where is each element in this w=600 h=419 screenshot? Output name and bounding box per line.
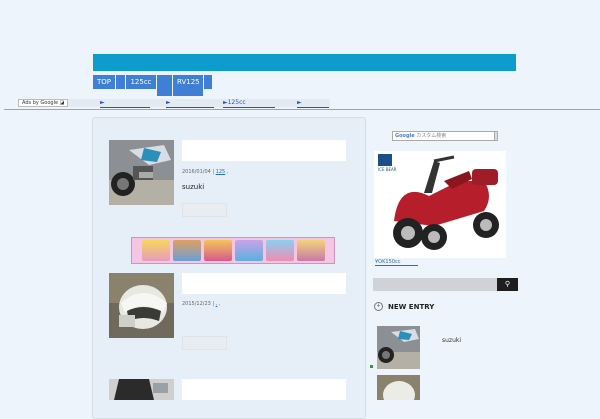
- post-meta: 2016/01/04 | 125 ,: [182, 169, 228, 175]
- post-title-box[interactable]: [182, 273, 346, 294]
- scooter-ad-image[interactable]: ICE BEAR: [374, 151, 506, 258]
- ad-link-3[interactable]: ►125cc: [223, 99, 275, 108]
- brand-logo-icon: [378, 154, 392, 166]
- post-thumbnail[interactable]: [109, 140, 174, 205]
- new-entry-title: NEW ENTRY: [388, 302, 435, 311]
- search-icon[interactable]: ⚲: [497, 278, 518, 291]
- ad-link-row: Ads by Google ◪ ► ► ►125cc ►: [18, 99, 330, 108]
- ad-link-2[interactable]: ►: [166, 99, 214, 108]
- post-date: 2016/01/04 |: [182, 169, 215, 175]
- post-category-suffix: ,: [218, 301, 221, 307]
- ad-thumb-icon: [265, 240, 294, 261]
- ad-link-1[interactable]: ►: [100, 99, 150, 108]
- post-thumbnail[interactable]: [109, 379, 174, 400]
- ads-badge-label: Ads by Google: [22, 100, 59, 106]
- google-search-button[interactable]: [494, 131, 498, 141]
- ad-thumb-icon: [141, 240, 170, 261]
- new-entry-title-link[interactable]: suzuki: [442, 337, 461, 344]
- ad-thumb-icon: [234, 240, 263, 261]
- ad-thumb-icon: [203, 240, 232, 261]
- nav-item-4[interactable]: [157, 75, 172, 96]
- ad-choices-icon: ◪: [59, 100, 65, 106]
- post-category-link[interactable]: ,: [216, 301, 218, 307]
- site-search-input[interactable]: [373, 278, 497, 291]
- ads-by-google-badge[interactable]: Ads by Google ◪: [18, 99, 69, 107]
- header-divider: [4, 109, 600, 110]
- nav-item-6[interactable]: [204, 75, 212, 89]
- bullet-dot: [370, 365, 373, 368]
- post-title-box[interactable]: [182, 379, 346, 400]
- nav-item-2[interactable]: [116, 75, 125, 89]
- svg-text:ICE BEAR: ICE BEAR: [378, 167, 397, 172]
- search-placeholder: カスタム検索: [416, 133, 447, 139]
- post-meta: 2015/12/23 | , ,: [182, 301, 220, 307]
- post-category-suffix: ,: [226, 169, 229, 175]
- ad-link-4[interactable]: ►: [297, 99, 329, 108]
- game-ad-banner[interactable]: [131, 237, 335, 264]
- read-more-button[interactable]: [182, 203, 227, 217]
- post-date: 2015/12/23 |: [182, 301, 215, 307]
- ad-thumb-icon: [172, 240, 201, 261]
- nav-rv125[interactable]: RV125: [173, 75, 203, 96]
- read-more-button[interactable]: [182, 336, 227, 350]
- new-entry-thumbnail[interactable]: [377, 326, 420, 369]
- post-category-link[interactable]: 125: [216, 169, 226, 175]
- new-entry-heading: + NEW ENTRY: [374, 302, 434, 311]
- nav-top[interactable]: TOP: [93, 75, 115, 89]
- google-custom-search-input[interactable]: Google カスタム検索: [392, 131, 497, 141]
- nav-125cc[interactable]: 125cc: [126, 75, 156, 89]
- post-excerpt: suzuki: [182, 183, 205, 191]
- post-title-box[interactable]: [182, 140, 346, 161]
- ad-thumb-icon: [296, 240, 325, 261]
- post-thumbnail[interactable]: [109, 273, 174, 338]
- plus-circle-icon: +: [374, 302, 383, 311]
- site-header-bar: [93, 54, 516, 71]
- new-entry-thumbnail[interactable]: [377, 375, 420, 400]
- google-label: Google: [395, 133, 415, 139]
- scooter-ad-link[interactable]: ¥OK150cc: [375, 259, 418, 266]
- global-nav: TOP 125cc RV125: [93, 75, 213, 96]
